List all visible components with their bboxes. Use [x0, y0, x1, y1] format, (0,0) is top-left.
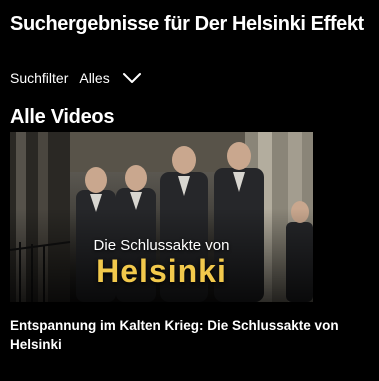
section-title: Alle Videos [10, 106, 115, 128]
video-thumbnail[interactable]: Die Schlussakte von Helsinki [10, 132, 313, 302]
video-title[interactable]: Entspannung im Kalten Krieg: Die Schluss… [10, 316, 340, 354]
video-card[interactable]: Die Schlussakte von Helsinki Entspannung… [10, 132, 339, 354]
filter-label: Suchfilter [10, 70, 69, 86]
search-filter: Suchfilter Alles [10, 68, 142, 88]
filter-selected-value: Alles [79, 70, 110, 86]
filter-dropdown[interactable]: Alles [79, 70, 141, 86]
thumbnail-overlay-title: Helsinki [96, 253, 227, 289]
chevron-down-icon [122, 73, 141, 83]
thumbnail-overlay-subtitle: Die Schlussakte von [93, 237, 230, 254]
page-title: Suchergebnisse für Der Helsinki Effekt [10, 13, 364, 35]
